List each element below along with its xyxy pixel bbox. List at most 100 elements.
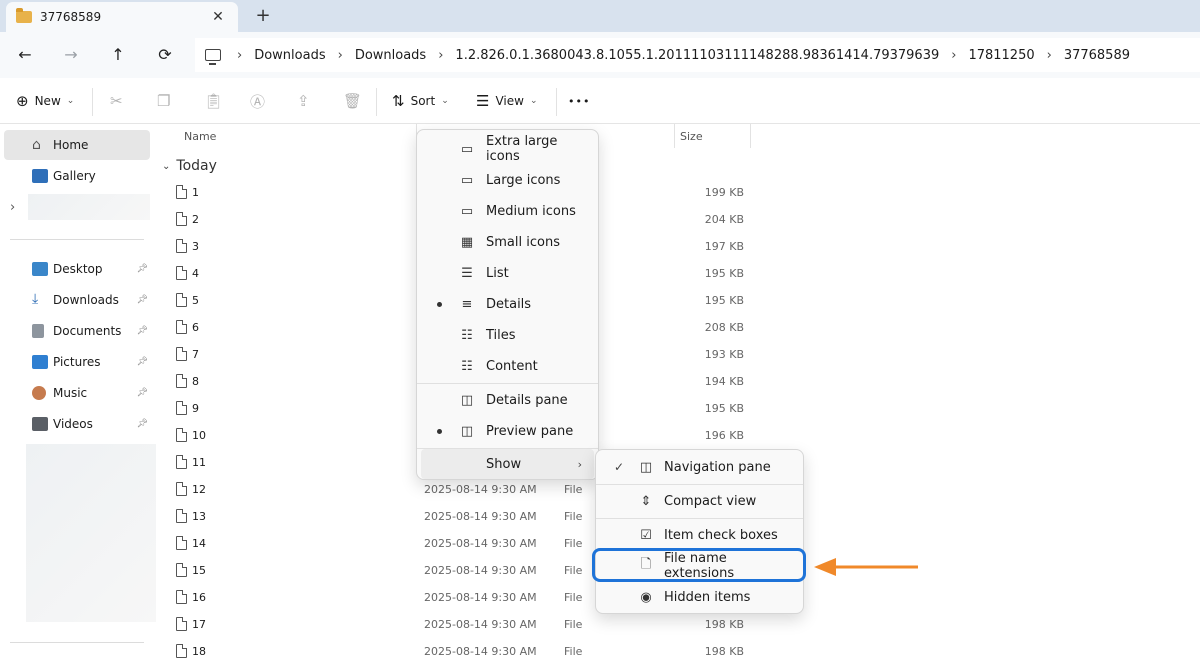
table-row[interactable]: 4 195 KB xyxy=(158,261,1200,288)
menu-divider xyxy=(596,484,803,485)
refresh-button[interactable]: ⟳ xyxy=(152,42,178,68)
sidebar-item-label: Gallery xyxy=(53,169,96,183)
file-date: 2025-08-14 9:30 AM xyxy=(424,483,537,496)
sidebar-item-pictures[interactable]: Pictures 📌︎ xyxy=(4,347,150,377)
view-mode-icon: ▭ xyxy=(460,203,474,219)
copy-icon: ❐ xyxy=(157,92,171,110)
table-row[interactable]: 2 204 KB xyxy=(158,207,1200,234)
show-option-icon: ⇕ xyxy=(640,493,652,509)
rename-button[interactable]: Ⓐ xyxy=(250,90,265,112)
navigation-pane: ⌂ Home Gallery › Desktop 📌︎ ⤓ Downloads … xyxy=(0,124,156,670)
breadcrumb-separator: › xyxy=(237,47,243,63)
address-bar[interactable]: › Downloads › Downloads › 1.2.826.0.1.36… xyxy=(195,38,1200,72)
sidebar-item-label: Pictures xyxy=(53,355,101,369)
close-tab-icon[interactable]: ✕ xyxy=(208,9,228,25)
file-size: 195 KB xyxy=(704,402,744,415)
view-option-details-pane[interactable]: ◫ Details pane xyxy=(421,385,594,415)
sidebar-item-home[interactable]: ⌂ Home xyxy=(4,130,150,160)
file-icon xyxy=(176,185,187,199)
sidebar-item-desktop[interactable]: Desktop 📌︎ xyxy=(4,254,150,284)
view-option-large-icons[interactable]: ▭ Large icons xyxy=(421,165,594,195)
new-button[interactable]: ⊕ New ⌄ xyxy=(16,90,74,112)
pin-icon: 📌︎ xyxy=(136,419,148,429)
menu-divider xyxy=(596,518,803,519)
file-type: File xyxy=(564,564,583,577)
show-option-navigation-pane[interactable]: ✓ ◫ Navigation pane xyxy=(600,452,799,482)
sort-arrows-icon: ⇅ xyxy=(392,92,405,110)
gallery-icon xyxy=(32,169,48,183)
table-row[interactable]: 17 2025-08-14 9:30 AM File 198 KB xyxy=(158,612,1200,639)
file-size: 197 KB xyxy=(704,240,744,253)
column-header-size[interactable]: Size xyxy=(680,130,703,143)
breadcrumb-item[interactable]: 37768589 xyxy=(1064,48,1130,63)
new-tab-button[interactable]: + xyxy=(252,6,274,26)
breadcrumb-item[interactable]: 1.2.826.0.1.3680043.8.1055.1.20111103111… xyxy=(455,48,939,63)
view-option-preview-pane[interactable]: ◫ Preview pane xyxy=(421,416,594,446)
column-header-name[interactable]: Name xyxy=(184,130,216,143)
document-icon xyxy=(32,324,44,338)
menu-item-label: Large icons xyxy=(486,172,561,188)
file-type: File xyxy=(564,537,583,550)
table-row[interactable]: 18 2025-08-14 9:30 AM File 198 KB xyxy=(158,639,1200,666)
sidebar-item-downloads[interactable]: ⤓ Downloads 📌︎ xyxy=(4,285,150,315)
group-header-today[interactable]: ⌄ Today xyxy=(162,158,217,174)
table-row[interactable]: 7 193 KB xyxy=(158,342,1200,369)
paste-button[interactable]: 📋︎ xyxy=(204,90,223,112)
file-date: 2025-08-14 9:30 AM xyxy=(424,564,537,577)
more-options-button[interactable]: ••• xyxy=(568,90,590,112)
pin-icon: 📌︎ xyxy=(136,388,148,398)
file-size: 196 KB xyxy=(704,429,744,442)
videos-icon xyxy=(32,417,48,431)
sidebar-item-documents[interactable]: Documents 📌︎ xyxy=(4,316,150,346)
file-name: 4 xyxy=(192,267,199,280)
forward-button[interactable]: → xyxy=(58,42,84,68)
breadcrumb-item[interactable]: Downloads xyxy=(355,48,426,63)
show-option-hidden-items[interactable]: ◉ Hidden items xyxy=(600,582,799,612)
delete-button[interactable]: 🗑︎ xyxy=(343,90,362,112)
download-arrow-icon: ⤓ xyxy=(32,291,39,307)
view-option-extra-large-icons[interactable]: ▭ Extra large icons xyxy=(421,134,594,164)
view-option-small-icons[interactable]: ▦ Small icons xyxy=(421,227,594,257)
sidebar-divider xyxy=(10,642,144,643)
breadcrumb-item[interactable]: 17811250 xyxy=(968,48,1034,63)
sidebar-item-gallery[interactable]: Gallery xyxy=(4,161,150,191)
table-row[interactable]: 1 199 KB xyxy=(158,180,1200,207)
breadcrumb-item[interactable]: Downloads xyxy=(254,48,325,63)
table-row[interactable]: 6 208 KB xyxy=(158,315,1200,342)
sidebar-item-music[interactable]: Music 📌︎ xyxy=(4,378,150,408)
show-menu-item[interactable]: Show › xyxy=(421,449,594,479)
arrow-head xyxy=(814,558,836,576)
table-row[interactable]: 3 197 KB xyxy=(158,234,1200,261)
cut-button[interactable]: ✂ xyxy=(110,90,123,112)
share-button[interactable]: ⇪ xyxy=(297,90,310,112)
copy-button[interactable]: ❐ xyxy=(157,90,170,112)
view-option-details[interactable]: ≡ Details xyxy=(421,289,594,319)
up-button[interactable]: ↑ xyxy=(105,42,131,68)
view-option-medium-icons[interactable]: ▭ Medium icons xyxy=(421,196,594,226)
view-option-content[interactable]: ☷ Content xyxy=(421,351,594,381)
file-name: 2 xyxy=(192,213,199,226)
file-icon xyxy=(176,374,187,388)
expand-chevron-icon[interactable]: › xyxy=(10,200,15,215)
sort-label: Sort xyxy=(410,94,436,108)
table-row[interactable]: 8 194 KB xyxy=(158,369,1200,396)
file-icon xyxy=(176,536,187,550)
sidebar-item-videos[interactable]: Videos 📌︎ xyxy=(4,409,150,439)
view-button[interactable]: ☰ View ⌄ xyxy=(476,90,537,112)
back-button[interactable]: ← xyxy=(12,42,38,68)
table-row[interactable]: 9 195 KB xyxy=(158,396,1200,423)
sidebar-item-label: Downloads xyxy=(53,293,119,307)
menu-item-label: Navigation pane xyxy=(664,459,771,475)
tab-current-folder[interactable]: 37768589 ✕ xyxy=(6,2,238,32)
show-option-compact-view[interactable]: ⇕ Compact view xyxy=(600,486,799,516)
table-row[interactable]: 5 195 KB xyxy=(158,288,1200,315)
table-row[interactable]: 10 196 KB xyxy=(158,423,1200,450)
view-option-list[interactable]: ☰ List xyxy=(421,258,594,288)
command-bar: ⊕ New ⌄ ✂ ❐ 📋︎ Ⓐ ⇪ 🗑︎ ⇅ Sort ⌄ ☰ View ⌄ … xyxy=(0,78,1200,124)
file-name: 18 xyxy=(192,645,206,658)
show-option-item-check-boxes[interactable]: ☑ Item check boxes xyxy=(600,520,799,550)
file-size: 204 KB xyxy=(704,213,744,226)
view-option-tiles[interactable]: ☷ Tiles xyxy=(421,320,594,350)
sort-button[interactable]: ⇅ Sort ⌄ xyxy=(392,90,449,112)
chevron-down-icon: ⌄ xyxy=(529,96,538,106)
